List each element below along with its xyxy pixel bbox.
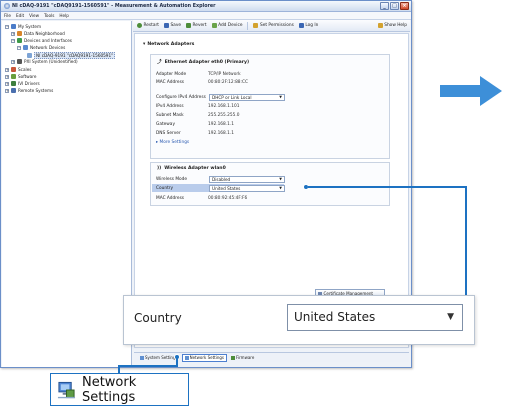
- collapse-toggle-icon[interactable]: −: [5, 24, 9, 29]
- help-icon: [377, 23, 383, 28]
- more-settings-link[interactable]: ▸ More Settings: [156, 140, 189, 145]
- permissions-icon: [253, 23, 259, 28]
- callout-line: [118, 365, 178, 367]
- country-select[interactable]: United States ▼: [209, 185, 285, 192]
- driver-icon: [11, 81, 16, 86]
- expand-toggle-icon[interactable]: +: [5, 74, 9, 79]
- window-title: NI cDAQ-9191 "cDAQ9191-1560591" - Measur…: [12, 3, 216, 9]
- window-controls: _ □ ×: [380, 2, 409, 10]
- ethernet-icon: ⤴: [157, 60, 162, 65]
- data-neighborhood-icon: [17, 31, 22, 36]
- computer-icon: [11, 24, 16, 29]
- device-icon: [27, 53, 32, 58]
- close-button[interactable]: ×: [400, 2, 409, 10]
- tree-item-cdaq-9191[interactable]: NI cDAQ-9191 "cDAQ9191-1560591": [27, 52, 116, 59]
- ethernet-panel-title: ⤴ Ethernet Adapter eth0 (Primary): [157, 59, 250, 66]
- restart-button[interactable]: Restart: [137, 23, 159, 28]
- adapter-mode-row: Adapter Mode TCP/IP Network: [156, 72, 241, 77]
- expand-toggle-icon[interactable]: +: [5, 88, 9, 93]
- menu-edit[interactable]: Edit: [16, 13, 24, 18]
- tree-item-remote-systems[interactable]: + Remote Systems: [5, 88, 53, 93]
- configure-ipv4-select[interactable]: DHCP or Link Local ▼: [209, 94, 285, 101]
- tree-item-data-neighborhood[interactable]: + Data Neighborhood: [11, 31, 65, 36]
- network-settings-icon: [57, 381, 76, 398]
- subnet-row: Subnet Mask 255.255.255.0: [156, 113, 240, 118]
- callout-line: [465, 186, 467, 296]
- dropdown-arrow-icon: ▼: [279, 95, 282, 99]
- country-zoom-select[interactable]: United States ▼: [287, 304, 463, 331]
- tree-item-ivi-drivers[interactable]: + IVI Drivers: [5, 81, 40, 86]
- tree-item-software[interactable]: + Software: [5, 74, 36, 79]
- save-button[interactable]: Save: [163, 23, 181, 28]
- set-permissions-button[interactable]: Set Permissions: [253, 23, 294, 28]
- expand-toggle-icon[interactable]: +: [5, 81, 9, 86]
- add-device-icon: [211, 23, 217, 28]
- menu-bar: File Edit View Tools Help: [1, 12, 411, 20]
- wireless-mode-row: Wireless Mode: [156, 177, 188, 182]
- expand-toggle-icon[interactable]: +: [11, 59, 15, 64]
- software-icon: [11, 74, 16, 79]
- country-row: Country: [156, 186, 174, 191]
- expand-toggle-icon[interactable]: +: [5, 67, 9, 72]
- network-settings-zoom-callout: Network Settings: [50, 373, 189, 406]
- ipv4-row: IPv4 Address 192.168.1.101: [156, 104, 240, 109]
- network-adapters-header[interactable]: ▾ Network Adapters: [143, 42, 194, 47]
- wireless-icon: )): [157, 166, 162, 171]
- revert-icon: [186, 23, 192, 28]
- log-in-button[interactable]: Log In: [298, 23, 318, 28]
- log-in-icon: [298, 23, 304, 28]
- restart-icon: [137, 23, 142, 28]
- tab-network-settings[interactable]: Network Settings: [181, 353, 227, 362]
- devices-icon: [17, 38, 22, 43]
- tree-item-devices-interfaces[interactable]: − Devices and Interfaces: [11, 38, 72, 43]
- revert-button[interactable]: Revert: [186, 23, 207, 28]
- right-arrow-icon: [440, 76, 502, 106]
- ethernet-panel: ⤴ Ethernet Adapter eth0 (Primary) Adapte…: [150, 54, 390, 159]
- dns-row: DNS Server 192.168.1.1: [156, 131, 234, 136]
- ni-app-icon: [4, 3, 10, 9]
- collapse-arrow-icon: ▾: [143, 42, 146, 47]
- collapse-toggle-icon[interactable]: −: [17, 45, 21, 50]
- tree-item-pxi-system[interactable]: + PXI System (Unidentified): [11, 59, 78, 64]
- callout-line: [308, 186, 466, 188]
- title-bar: NI cDAQ-9191 "cDAQ9191-1560591" - Measur…: [1, 1, 411, 12]
- menu-tools[interactable]: Tools: [44, 13, 54, 18]
- maximize-button[interactable]: □: [390, 2, 399, 10]
- save-icon: [163, 23, 169, 28]
- scales-icon: [11, 67, 16, 72]
- country-zoom-callout: Country United States ▼: [123, 295, 475, 345]
- add-device-button[interactable]: Add Device: [211, 23, 242, 28]
- configure-ipv4-row: Configure IPv4 Address: [156, 95, 206, 100]
- wireless-mac-row: MAC Address 00:80:92:45:4F:F6: [156, 196, 248, 201]
- menu-file[interactable]: File: [4, 13, 11, 18]
- tree-item-network-devices[interactable]: − Network Devices: [17, 45, 65, 50]
- firmware-icon: [230, 355, 235, 360]
- menu-help[interactable]: Help: [59, 13, 69, 18]
- pxi-icon: [17, 59, 22, 64]
- toolbar-separator: [247, 21, 249, 30]
- menu-view[interactable]: View: [29, 13, 39, 18]
- dropdown-arrow-icon: ▼: [447, 312, 454, 322]
- show-help-button[interactable]: Show Help: [377, 23, 407, 28]
- expand-toggle-icon[interactable]: +: [11, 31, 15, 36]
- collapse-toggle-icon[interactable]: −: [11, 38, 15, 43]
- configuration-tree: − My System + Data Neighborhood − Device…: [2, 21, 132, 367]
- system-settings-icon: [140, 355, 144, 360]
- dropdown-arrow-icon: ▼: [279, 186, 282, 190]
- network-settings-icon: [184, 355, 189, 360]
- tree-item-scales[interactable]: + Scales: [5, 67, 31, 72]
- remote-systems-icon: [11, 88, 16, 93]
- dropdown-arrow-icon: ▼: [279, 177, 282, 181]
- wireless-mode-select[interactable]: Disabled ▼: [209, 176, 285, 183]
- country-zoom-label: Country: [134, 311, 182, 325]
- ethernet-mac-row: MAC Address 00:80:2F:12:88:CC: [156, 80, 248, 85]
- wireless-panel-title: )) Wireless Adapter wlan0: [157, 166, 226, 171]
- tree-item-my-system[interactable]: − My System: [5, 24, 41, 29]
- minimize-button[interactable]: _: [380, 2, 389, 10]
- tab-firmware[interactable]: Firmware: [229, 354, 256, 362]
- gateway-row: Gateway 192.168.1.1: [156, 122, 234, 127]
- toolbar: Restart Save Revert Add Device Set Permi…: [133, 20, 410, 32]
- network-icon: [23, 45, 28, 50]
